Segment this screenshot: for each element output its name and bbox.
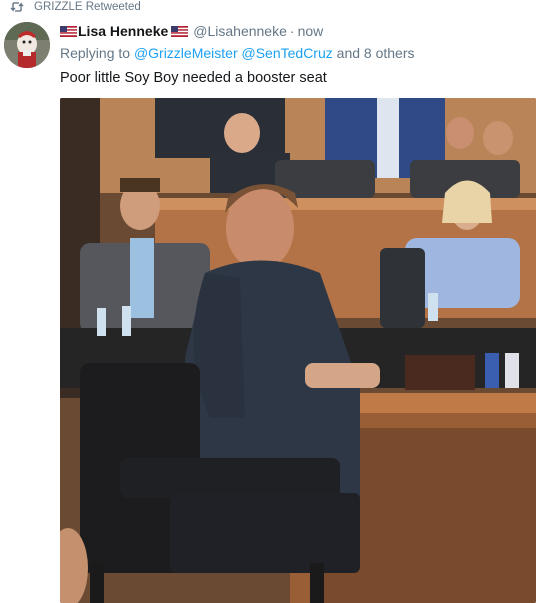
reply-suffix[interactable]: and 8 others bbox=[337, 45, 415, 61]
display-name[interactable]: Lisa Henneke bbox=[78, 23, 168, 39]
retweet-text: GRIZZLE Retweeted bbox=[34, 1, 141, 13]
separator-dot: · bbox=[289, 23, 295, 39]
tweet-header: Lisa Henneke @Lisahenneke · now bbox=[60, 21, 323, 41]
mention-link[interactable]: @GrizzleMeister bbox=[134, 45, 238, 61]
us-flag-icon bbox=[171, 25, 189, 37]
tweet-text: Poor little Soy Boy needed a booster sea… bbox=[60, 70, 327, 86]
retweet-indicator[interactable]: GRIZZLE Retweeted bbox=[10, 0, 141, 14]
reply-context: Replying to @GrizzleMeister @SenTedCruz … bbox=[60, 45, 415, 61]
photo-image bbox=[60, 98, 536, 603]
avatar-image bbox=[4, 22, 50, 68]
mention-link[interactable]: @SenTedCruz bbox=[242, 45, 333, 61]
retweet-icon bbox=[10, 2, 24, 12]
timestamp[interactable]: now bbox=[298, 23, 324, 39]
us-flag-icon bbox=[60, 25, 77, 37]
tweet-photo[interactable] bbox=[60, 98, 536, 603]
reply-prefix: Replying to bbox=[60, 45, 131, 61]
avatar[interactable] bbox=[4, 22, 50, 68]
user-handle[interactable]: @Lisahenneke bbox=[193, 23, 287, 39]
